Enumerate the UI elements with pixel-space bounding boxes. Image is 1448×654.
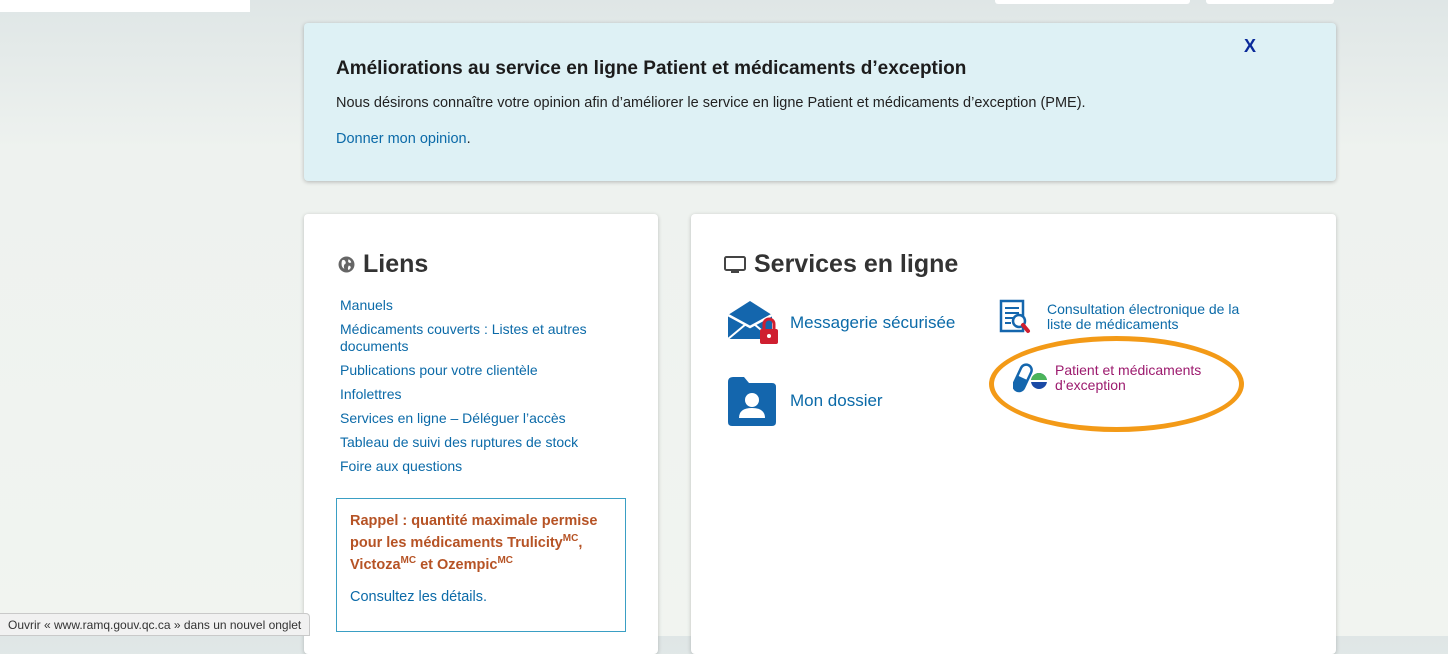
rappel-box: Rappel : quantité maximale permise pour … [336, 498, 626, 632]
give-opinion-link[interactable]: Donner mon opinion [336, 131, 467, 147]
liens-card: Liens Manuels Médicaments couverts : Lis… [304, 214, 658, 654]
liens-item-publications[interactable]: Publications pour votre clientèle [340, 362, 640, 379]
secure-mail-icon [727, 301, 778, 344]
highlight-annotation-ring [989, 336, 1244, 432]
user-folder-icon [728, 377, 776, 426]
trademark-sup: MC [497, 554, 514, 566]
banner-link-line: Donner mon opinion. [336, 131, 471, 147]
services-heading: Services en ligne [724, 250, 958, 279]
service-messagerie[interactable]: Messagerie sécurisée [726, 299, 955, 347]
liens-item-medicaments-couverts[interactable]: Médicaments couverts : Listes et autres … [340, 321, 640, 355]
liens-heading-label: Liens [363, 250, 429, 278]
liens-list: Manuels Médicaments couverts : Listes et… [340, 297, 640, 482]
trademark-sup: MC [562, 533, 579, 544]
browser-status-bar: Ouvrir « www.ramq.gouv.qc.ca » dans un n… [0, 613, 311, 636]
banner-link-period: . [466, 131, 471, 147]
browser-tab-edge [1206, 0, 1334, 4]
banner-text: Nous désirons connaître votre opinion af… [336, 95, 1086, 111]
globe-icon [338, 256, 355, 273]
rappel-details-link[interactable]: Consultez les détails. [350, 589, 487, 605]
liens-item-manuels[interactable]: Manuels [340, 297, 640, 314]
document-search-icon [999, 299, 1030, 333]
close-banner-button[interactable]: X [1244, 36, 1256, 57]
service-messagerie-label: Messagerie sécurisée [790, 313, 956, 332]
services-card: Services en ligne Messagerie sécurisée M… [691, 214, 1336, 654]
liens-heading: Liens [338, 250, 428, 279]
rappel-text-3: et Ozempic [416, 556, 498, 573]
liens-item-infolettres[interactable]: Infolettres [340, 386, 640, 403]
service-consultation-label: Consultation électronique de la liste de… [1047, 301, 1240, 332]
rappel-text-1: Rappel : quantité maximale permise pour … [350, 513, 598, 551]
services-heading-label: Services en ligne [754, 250, 959, 278]
liens-item-faq[interactable]: Foire aux questions [340, 458, 640, 475]
banner-title: Améliorations au service en ligne Patien… [336, 58, 967, 79]
monitor-icon [724, 255, 746, 273]
trademark-sup: MC [400, 554, 417, 566]
rappel-title: Rappel : quantité maximale permise pour … [350, 512, 620, 574]
service-consultation-liste[interactable]: Consultation électronique de la liste de… [997, 299, 1247, 335]
browser-tab-edge [995, 0, 1190, 4]
liens-item-deleguer-acces[interactable]: Services en ligne – Déléguer l’accès [340, 410, 640, 427]
liens-item-ruptures-stock[interactable]: Tableau de suivi des ruptures de stock [340, 434, 640, 451]
service-mon-dossier[interactable]: Mon dossier [726, 374, 883, 428]
survey-banner: X Améliorations au service en ligne Pati… [304, 23, 1336, 181]
browser-top-strip [0, 0, 250, 12]
service-mon-dossier-label: Mon dossier [790, 391, 883, 410]
